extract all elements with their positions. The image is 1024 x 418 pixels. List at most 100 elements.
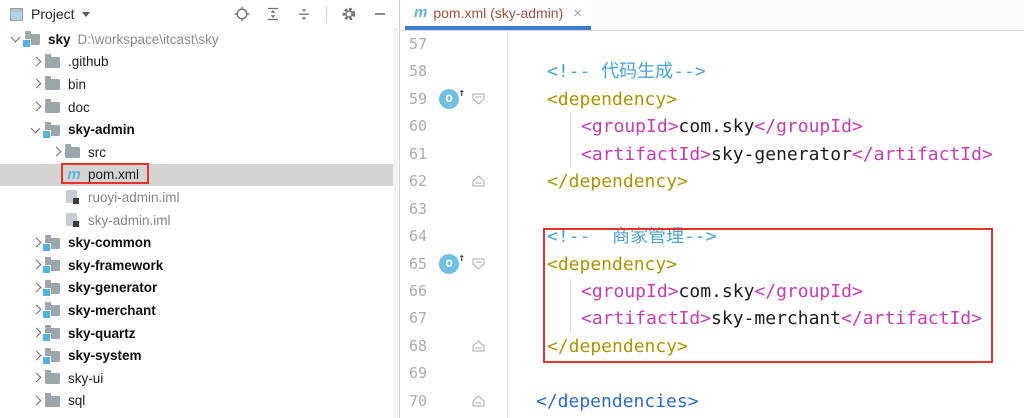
ide-window: { "project_panel": { "title": "Project",… — [0, 0, 1024, 418]
folder-icon — [44, 54, 64, 70]
tree-scrollbar-track[interactable] — [393, 28, 398, 418]
module-folder-icon — [44, 235, 64, 251]
tree-row-sky-ui[interactable]: sky-ui — [0, 367, 398, 390]
fold-region-start-icon[interactable] — [472, 258, 485, 270]
tree-item-label: sql — [68, 393, 85, 408]
line-number: 64 — [401, 223, 427, 250]
tree-item-label: sky-quartz — [68, 326, 136, 341]
project-panel-toolbar — [233, 5, 389, 23]
editor-area: m pom.xml (sky-admin) × 5758<!-- 代码生成-->… — [401, 0, 1024, 418]
code-line-62[interactable]: 62 </dependency> — [401, 168, 1024, 195]
code-line-61[interactable]: 61<artifactId>sky-generator</artifactId> — [401, 141, 1024, 168]
tree-item-label: sky-system — [68, 348, 142, 363]
folder-icon — [44, 99, 64, 115]
code-line-65[interactable]: 65o↑<dependency> — [401, 251, 1024, 278]
code-text: </dependency> — [547, 168, 688, 195]
tree-row-sql[interactable]: sql — [0, 390, 398, 413]
code-line-69[interactable]: 69 — [401, 360, 1024, 387]
tree-row-sky-admin.iml[interactable]: sky-admin.iml — [0, 209, 398, 232]
tree-item-label: sky-admin — [68, 122, 135, 137]
line-number: 57 — [401, 31, 427, 58]
chevron-collapsed-icon[interactable] — [28, 325, 44, 341]
module-folder-icon — [44, 122, 64, 138]
tree-row-sky-quartz[interactable]: sky-quartz — [0, 322, 398, 345]
chevron-collapsed-icon[interactable] — [28, 257, 44, 273]
folder-icon — [64, 144, 84, 160]
project-panel-header: Project — [0, 0, 399, 28]
chevron-collapsed-icon[interactable] — [28, 280, 44, 296]
code-text: <artifactId>sky-generator</artifactId> — [581, 141, 993, 168]
chevron-collapsed-icon[interactable] — [28, 99, 44, 115]
tree-item-label: pom.xml — [88, 167, 139, 182]
code-line-58[interactable]: 58<!-- 代码生成--> — [401, 58, 1024, 85]
chevron-expanded-icon[interactable] — [28, 122, 44, 138]
tree-row-sky-framework[interactable]: sky-framework — [0, 254, 398, 277]
module-folder-icon — [44, 257, 64, 273]
tree-row-sky-merchant[interactable]: sky-merchant — [0, 299, 398, 322]
line-number: 63 — [401, 196, 427, 223]
chevron-down-icon[interactable] — [82, 12, 90, 17]
tree-item-label: doc — [68, 100, 90, 115]
code-line-67[interactable]: 67<artifactId>sky-merchant</artifactId> — [401, 305, 1024, 332]
fold-region-start-icon[interactable] — [472, 93, 485, 105]
tree-row-sky-common[interactable]: sky-common — [0, 231, 398, 254]
chevron-spacer — [48, 167, 64, 183]
tree-row-pom.xml[interactable]: m pom.xml — [0, 164, 398, 187]
maven-icon: m — [64, 167, 84, 183]
code-line-60[interactable]: 60<groupId>com.sky</groupId> — [401, 113, 1024, 140]
editor-tab-title: pom.xml (sky-admin) — [433, 5, 563, 21]
fold-region-end-icon[interactable] — [472, 175, 485, 187]
code-line-70[interactable]: 70 </dependencies> — [401, 388, 1024, 415]
chevron-collapsed-icon[interactable] — [28, 302, 44, 318]
maven-override-gutter-icon[interactable]: o↑ — [439, 254, 459, 274]
module-folder-icon — [44, 302, 64, 318]
settings-gear-icon[interactable] — [340, 5, 358, 23]
project-tree: sky D:\workspace\itcast\sky .github bin doc s… — [0, 28, 398, 412]
module-folder-icon — [44, 325, 64, 341]
chevron-collapsed-icon[interactable] — [28, 393, 44, 409]
chevron-collapsed-icon[interactable] — [28, 348, 44, 364]
tree-row-sky-admin[interactable]: sky-admin — [0, 118, 398, 141]
chevron-collapsed-icon[interactable] — [48, 144, 64, 160]
tree-row-bin[interactable]: bin — [0, 73, 398, 96]
tree-item-label: sky-framework — [68, 258, 163, 273]
tree-row-doc[interactable]: doc — [0, 96, 398, 119]
line-number: 62 — [401, 168, 427, 195]
line-number: 70 — [401, 388, 427, 415]
chevron-expanded-icon[interactable] — [8, 31, 24, 47]
iml-file-icon — [64, 189, 84, 205]
locate-icon[interactable] — [233, 5, 251, 23]
tree-row-sky[interactable]: sky D:\workspace\itcast\sky — [0, 28, 398, 51]
project-root-path: D:\workspace\itcast\sky — [78, 32, 219, 47]
code-line-57[interactable]: 57 — [401, 31, 1024, 58]
code-line-64[interactable]: 64<!-- 商家管理--> — [401, 223, 1024, 250]
editor-tab-pom-xml[interactable]: m pom.xml (sky-admin) × — [405, 0, 591, 30]
tree-row-sky-system[interactable]: sky-system — [0, 344, 398, 367]
expand-all-icon[interactable] — [264, 5, 282, 23]
code-viewport: 5758<!-- 代码生成-->59o↑<dependency>60<group… — [401, 31, 1024, 418]
code-line-66[interactable]: 66<groupId>com.sky</groupId> — [401, 278, 1024, 305]
maven-override-gutter-icon[interactable]: o↑ — [439, 89, 459, 109]
chevron-collapsed-icon[interactable] — [28, 54, 44, 70]
collapse-all-icon[interactable] — [295, 5, 313, 23]
tree-item-label: sky — [48, 32, 71, 47]
tree-row-ruoyi-admin.iml[interactable]: ruoyi-admin.iml — [0, 186, 398, 209]
chevron-collapsed-icon[interactable] — [28, 370, 44, 386]
project-panel: Project — [0, 0, 400, 418]
folder-icon — [44, 393, 64, 409]
fold-region-end-icon[interactable] — [472, 340, 485, 352]
hide-panel-icon[interactable] — [371, 5, 389, 23]
tree-row-sky-generator[interactable]: sky-generator — [0, 277, 398, 300]
tree-row-.github[interactable]: .github — [0, 51, 398, 74]
tree-item-label: bin — [68, 77, 86, 92]
tree-row-src[interactable]: src — [0, 141, 398, 164]
code-text: </dependencies> — [536, 388, 699, 415]
close-icon[interactable]: × — [573, 6, 582, 21]
chevron-collapsed-icon[interactable] — [28, 235, 44, 251]
fold-region-end-icon[interactable] — [472, 395, 485, 407]
project-panel-title[interactable]: Project — [31, 6, 75, 22]
chevron-collapsed-icon[interactable] — [28, 76, 44, 92]
code-line-63[interactable]: 63 — [401, 196, 1024, 223]
code-line-68[interactable]: 68</dependency> — [401, 333, 1024, 360]
code-line-59[interactable]: 59o↑<dependency> — [401, 86, 1024, 113]
